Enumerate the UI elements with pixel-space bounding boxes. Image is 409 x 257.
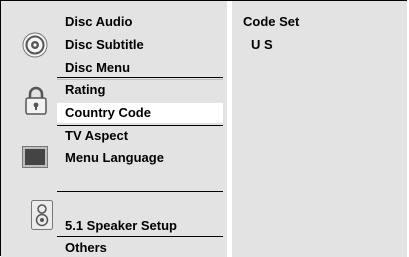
disc-icon bbox=[22, 32, 48, 58]
lock-icon bbox=[25, 86, 47, 115]
menu-item-disc-subtitle[interactable]: Disc Subtitle bbox=[65, 36, 144, 53]
menu-item-disc-menu[interactable]: Disc Menu bbox=[65, 59, 130, 76]
menu-divider bbox=[57, 77, 223, 78]
settings-menu: Disc Audio Disc Subtitle Disc Menu Ratin… bbox=[1, 1, 227, 257]
tv-screen-icon bbox=[22, 146, 48, 168]
detail-panel: Code Set U S bbox=[232, 1, 407, 257]
menu-item-tv-aspect[interactable]: TV Aspect bbox=[65, 127, 128, 144]
menu-item-menu-language[interactable]: Menu Language bbox=[65, 149, 164, 166]
menu-item-disc-audio[interactable]: Disc Audio bbox=[65, 13, 132, 30]
menu-item-rating[interactable]: Rating bbox=[65, 81, 105, 98]
panel-title: Code Set bbox=[243, 14, 300, 29]
menu-item-others[interactable]: Others bbox=[65, 239, 107, 256]
settings-screen: Disc Audio Disc Subtitle Disc Menu Ratin… bbox=[0, 0, 407, 257]
menu-item-speaker-setup[interactable]: 5.1 Speaker Setup bbox=[65, 217, 177, 234]
menu-divider bbox=[57, 125, 223, 126]
menu-divider bbox=[57, 79, 223, 80]
speaker-icon bbox=[31, 200, 53, 230]
menu-divider bbox=[57, 191, 223, 192]
menu-item-country-code[interactable]: Country Code bbox=[57, 103, 223, 123]
country-code-value[interactable]: U S bbox=[251, 36, 273, 53]
menu-divider bbox=[57, 236, 223, 237]
